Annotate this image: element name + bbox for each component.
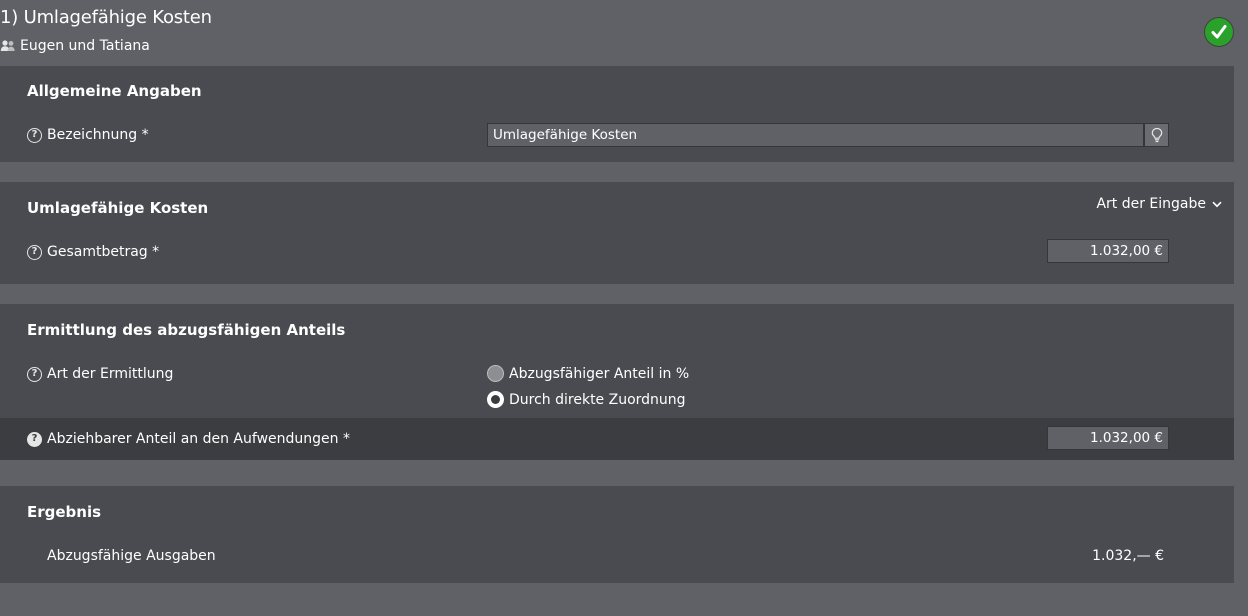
radio-direct-option[interactable]: Durch direkte Zuordnung xyxy=(487,391,686,408)
share-amount-input[interactable]: 1.032,00 € xyxy=(1047,426,1169,450)
completed-check-icon xyxy=(1204,17,1234,47)
section-deduction-title: Ermittlung des abzugsfähigen Anteils xyxy=(27,321,346,339)
section-deduction: Ermittlung des abzugsfähigen Anteils ? A… xyxy=(0,304,1234,460)
help-icon[interactable]: ? xyxy=(27,366,42,382)
radio-percent-label: Abzugsfähiger Anteil in % xyxy=(509,365,690,382)
suggestion-button[interactable] xyxy=(1144,123,1169,147)
deductible-label-row: Abzugsfähige Ausgaben xyxy=(47,548,216,564)
designation-label-row: ? Bezeichnung * xyxy=(27,127,149,143)
persons-label: Eugen und Tatiana xyxy=(20,38,150,54)
total-label-row: ? Gesamtbetrag * xyxy=(27,244,159,260)
deductible-label: Abzugsfähige Ausgaben xyxy=(47,548,216,564)
page-title: 1) Umlagefähige Kosten xyxy=(0,7,212,28)
total-amount-input[interactable]: 1.032,00 € xyxy=(1047,239,1169,263)
section-general-title: Allgemeine Angaben xyxy=(27,82,202,100)
help-icon[interactable]: ? xyxy=(27,431,42,447)
section-costs: Umlagefähige Kosten Art der Eingabe ? Ge… xyxy=(0,182,1234,284)
section-costs-title: Umlagefähige Kosten xyxy=(27,199,209,217)
help-icon[interactable]: ? xyxy=(27,127,42,143)
radio-percent[interactable] xyxy=(487,365,504,382)
radio-percent-option[interactable]: Abzugsfähiger Anteil in % xyxy=(487,365,689,382)
input-mode-label: Art der Eingabe xyxy=(1096,196,1206,212)
section-result-title: Ergebnis xyxy=(27,503,102,521)
input-mode-dropdown[interactable]: Art der Eingabe xyxy=(1096,196,1222,212)
designation-input[interactable]: Umlagefähige Kosten xyxy=(487,123,1144,147)
designation-label: Bezeichnung * xyxy=(47,127,149,143)
help-icon[interactable]: ? xyxy=(27,244,42,260)
section-general: Allgemeine Angaben ? Bezeichnung * Umlag… xyxy=(0,66,1234,162)
radio-direct[interactable] xyxy=(487,391,504,408)
total-amount-value: 1.032,00 € xyxy=(1090,243,1163,259)
section-result: Ergebnis Abzugsfähige Ausgaben 1.032,— € xyxy=(0,486,1234,583)
share-label-row: ? Abziehbarer Anteil an den Aufwendungen… xyxy=(27,431,350,447)
deductible-value: 1.032,— € xyxy=(1092,548,1164,564)
share-label: Abziehbarer Anteil an den Aufwendungen * xyxy=(47,431,350,447)
chevron-down-icon xyxy=(1212,201,1222,207)
method-label-row: ? Art der Ermittlung xyxy=(27,366,173,382)
method-label: Art der Ermittlung xyxy=(47,366,174,382)
persons-line: Eugen und Tatiana xyxy=(0,38,150,54)
share-amount-value: 1.032,00 € xyxy=(1090,430,1163,446)
persons-icon xyxy=(0,38,16,54)
designation-input-value: Umlagefähige Kosten xyxy=(493,127,638,143)
lightbulb-icon xyxy=(1151,127,1162,143)
radio-direct-label: Durch direkte Zuordnung xyxy=(509,391,686,408)
total-label: Gesamtbetrag * xyxy=(47,244,160,260)
